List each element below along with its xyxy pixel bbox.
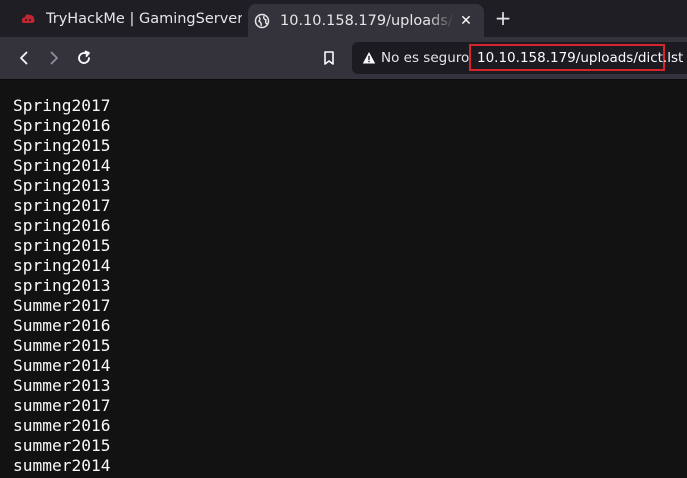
close-tab-icon[interactable]: ✕ [458, 13, 474, 29]
file-line: summer2016 [13, 416, 111, 435]
forward-button[interactable] [43, 47, 65, 69]
file-line: Spring2017 [13, 96, 111, 115]
tab-title: 10.10.158.179/uploads/dict.lst [280, 12, 454, 29]
tab-tryhackme[interactable]: TryHackMe | GamingServer [14, 4, 242, 34]
tab-dict-lst[interactable]: 10.10.158.179/uploads/dict.lst ✕ [248, 4, 484, 37]
address-bar[interactable]: No es seguro 10.10.158.179/uploads/dict.… [352, 42, 687, 74]
tab-title: TryHackMe | GamingServer [46, 11, 242, 27]
file-line: spring2014 [13, 256, 111, 275]
globe-icon [254, 13, 270, 29]
page-content: Spring2017 Spring2016 Spring2015 Spring2014… [0, 80, 687, 478]
back-button[interactable] [13, 47, 35, 69]
file-lines: Spring2017 Spring2016 Spring2015 Spring2014… [13, 96, 110, 476]
file-line: Summer2014 [13, 356, 111, 375]
site-security-indicator[interactable]: No es seguro [362, 42, 469, 74]
file-line: summer2015 [13, 436, 111, 455]
url-text[interactable]: 10.10.158.179/uploads/dict.lst [477, 42, 683, 74]
file-line: spring2016 [13, 216, 111, 235]
file-line: spring2013 [13, 276, 111, 295]
navigation-toolbar: No es seguro 10.10.158.179/uploads/dict.… [0, 37, 687, 80]
file-line: summer2017 [13, 396, 111, 415]
file-line: Spring2015 [13, 136, 111, 155]
file-line: spring2017 [13, 196, 111, 215]
file-line: Summer2013 [13, 376, 111, 395]
file-line: summer2014 [13, 456, 111, 475]
file-line: Summer2015 [13, 336, 111, 355]
back-arrow-icon [20, 51, 28, 65]
file-line: spring2015 [13, 236, 111, 255]
file-line: Summer2016 [13, 316, 111, 335]
warning-icon [362, 51, 376, 65]
file-line: Spring2013 [13, 176, 111, 195]
new-tab-button[interactable]: + [493, 8, 513, 28]
bookmark-icon [324, 51, 334, 65]
tryhackme-logo-icon [20, 11, 36, 27]
file-line: Spring2016 [13, 116, 111, 135]
security-label: No es seguro [381, 50, 470, 66]
file-line: Spring2014 [13, 156, 111, 175]
reload-button[interactable] [73, 47, 95, 69]
file-line: Summer2017 [13, 296, 111, 315]
bookmark-button[interactable] [318, 47, 340, 69]
reload-icon [78, 50, 90, 64]
tab-strip: TryHackMe | GamingServer 10.10.158.179/u… [0, 0, 687, 37]
forward-arrow-icon [50, 51, 58, 65]
